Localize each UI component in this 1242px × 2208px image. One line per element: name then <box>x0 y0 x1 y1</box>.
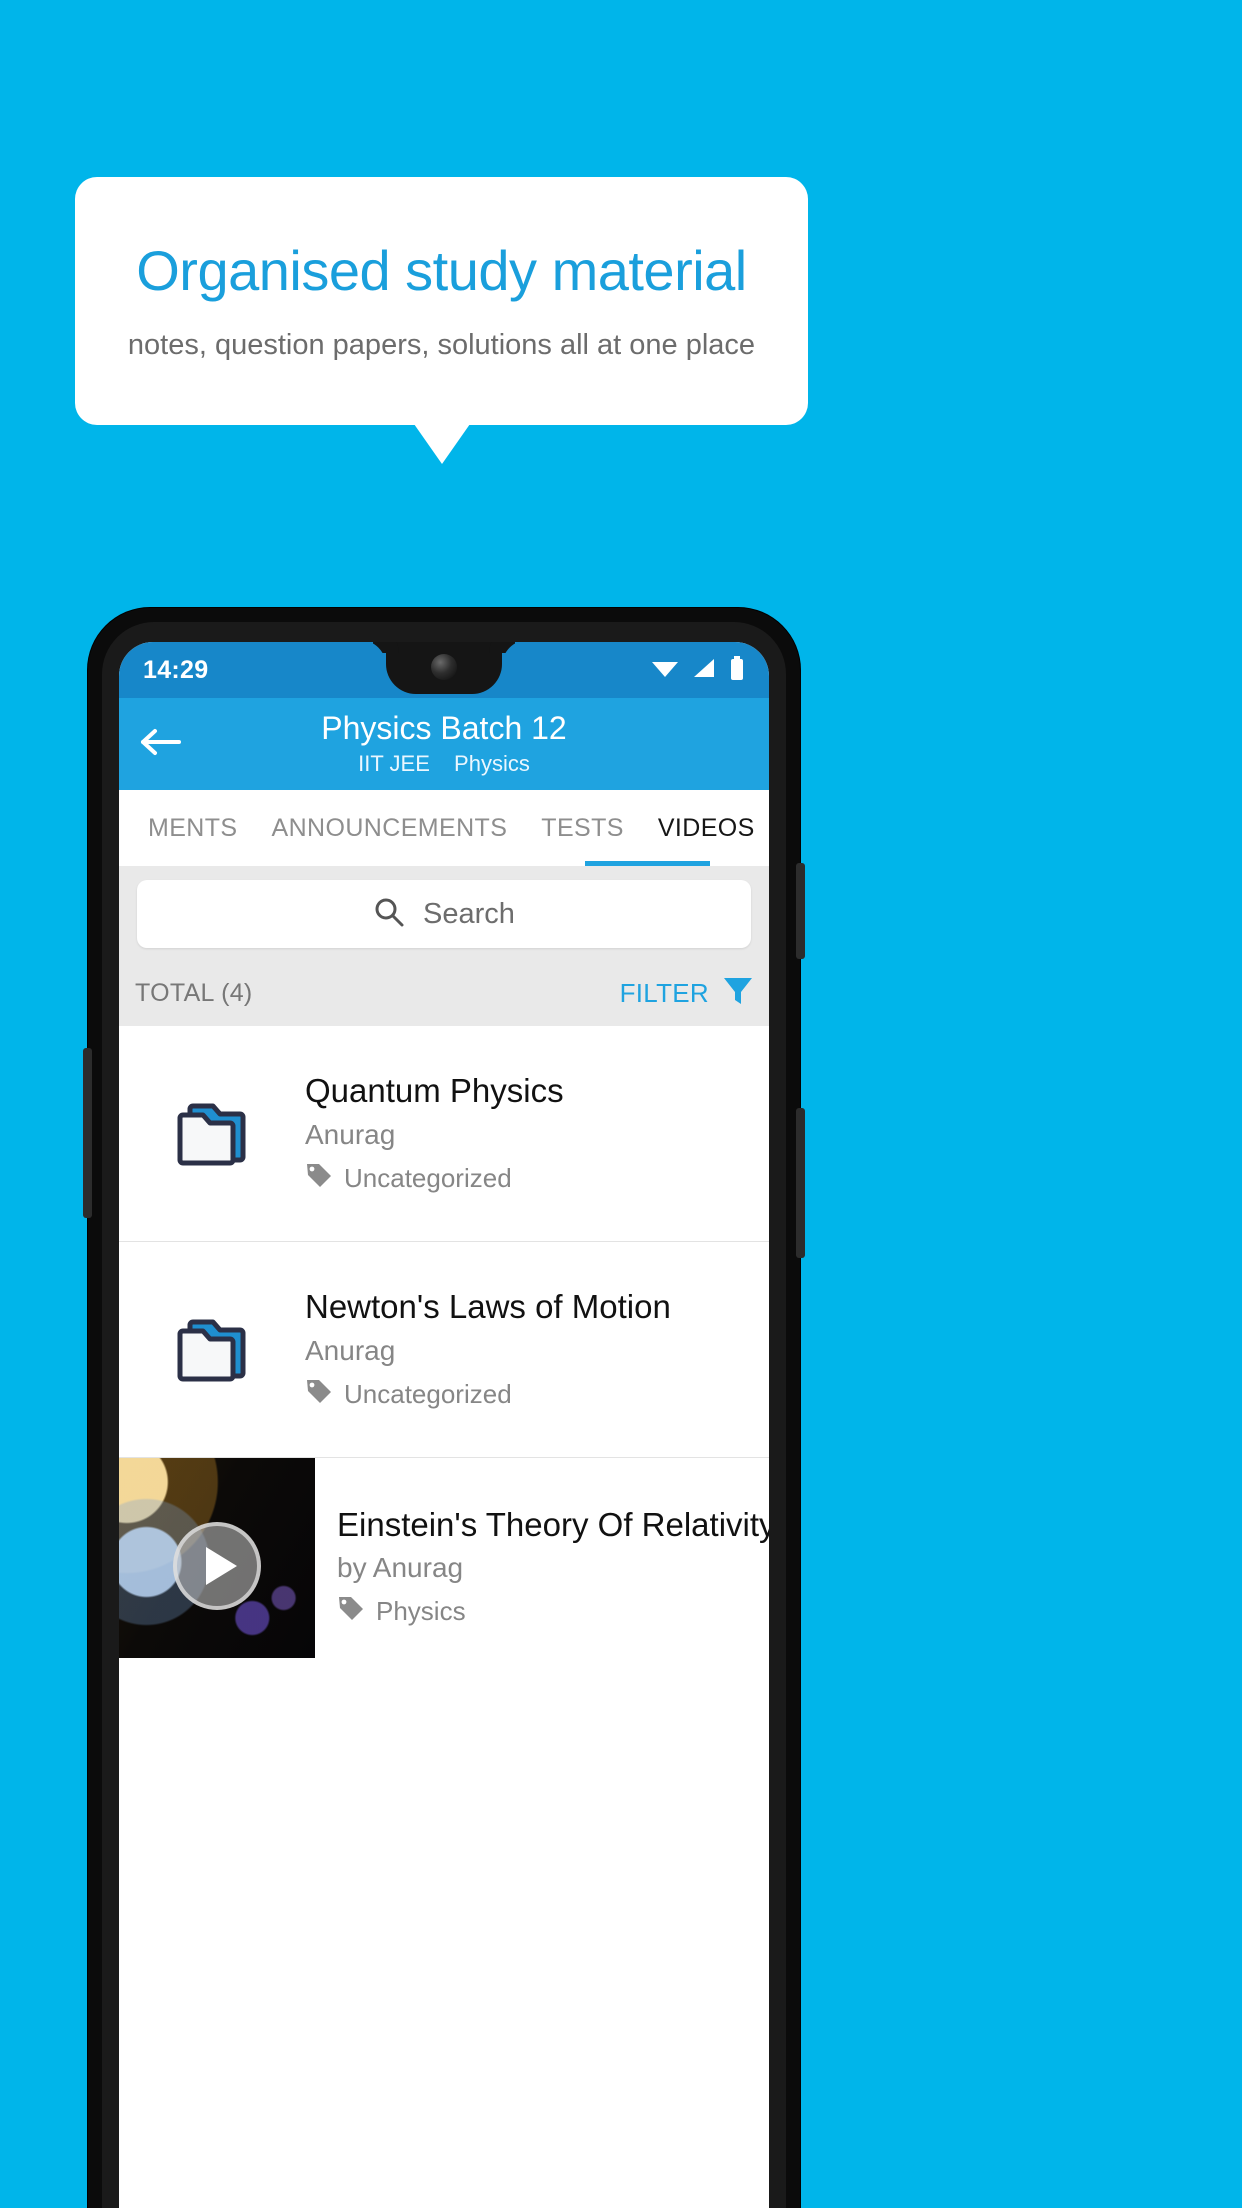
search-placeholder: Search <box>423 897 515 930</box>
list-item-tag: Uncategorized <box>305 1377 671 1412</box>
list-item[interactable]: Einstein's Theory Of Relativity by Anura… <box>119 1458 769 1658</box>
volume-button[interactable] <box>796 1108 805 1258</box>
list-item[interactable]: Newton's Laws of Motion Anurag Uncategor… <box>119 1242 769 1458</box>
list-item-author: Anurag <box>305 1119 396 1151</box>
status-time: 14:29 <box>143 655 209 684</box>
list-meta-row: TOTAL (4) FILTER <box>119 960 769 1026</box>
search-input[interactable]: Search <box>137 880 751 948</box>
list-item-tag: Physics <box>337 1594 769 1629</box>
tag-icon <box>305 1377 333 1412</box>
back-button[interactable] <box>133 716 189 772</box>
play-triangle <box>206 1547 237 1585</box>
list-item-body: Newton's Laws of Motion Anurag Uncategor… <box>305 1287 685 1412</box>
folder-icon <box>119 1314 305 1386</box>
total-count-label: TOTAL (4) <box>135 978 253 1007</box>
play-icon[interactable] <box>173 1522 261 1610</box>
breadcrumb: IIT JEE Physics <box>119 751 769 777</box>
status-bar: 14:29 <box>119 642 769 698</box>
breadcrumb-exam: IIT JEE <box>358 750 430 776</box>
funnel-icon <box>721 974 755 1013</box>
list-item[interactable]: Quantum Physics Anurag Uncategorized <box>119 1026 769 1242</box>
page-title: Physics Batch 12 <box>321 710 567 746</box>
signal-icon <box>692 657 716 684</box>
app-bar-texts: Physics Batch 12 IIT JEE Physics <box>119 708 769 777</box>
content-list: Quantum Physics Anurag Uncategorized New… <box>119 1026 769 1658</box>
folder-icon <box>119 1098 305 1170</box>
status-icons <box>651 655 745 685</box>
list-item-title: Newton's Laws of Motion <box>305 1287 671 1325</box>
search-icon <box>373 896 405 933</box>
breadcrumb-subject: Physics <box>454 750 530 776</box>
app-bar: Physics Batch 12 IIT JEE Physics <box>119 698 769 790</box>
phone-screen: 14:29 Physics Batch 12 IIT JEE Physics M… <box>119 642 769 2208</box>
list-item-tag-label: Uncategorized <box>344 1163 512 1194</box>
left-side-button[interactable] <box>83 1048 92 1218</box>
promo-title: Organised study material <box>136 238 747 302</box>
tab-videos[interactable]: VIDEOS <box>641 790 769 866</box>
tag-icon <box>337 1594 365 1629</box>
promo-subtitle: notes, question papers, solutions all at… <box>127 329 756 362</box>
power-button[interactable] <box>796 863 805 959</box>
search-zone: Search <box>119 866 769 960</box>
list-item-title: Einstein's Theory Of Relativity <box>337 1506 769 1543</box>
tab-assignments[interactable]: MENTS <box>131 790 255 866</box>
list-item-body: Quantum Physics Anurag Uncategorized <box>305 1071 578 1196</box>
camera-notch <box>386 642 502 694</box>
filter-button[interactable]: FILTER <box>620 974 755 1013</box>
list-item-tag: Uncategorized <box>305 1161 564 1196</box>
wifi-icon <box>651 657 679 684</box>
promo-card-tail <box>414 424 470 464</box>
battery-icon <box>729 655 745 685</box>
filter-label: FILTER <box>619 977 709 1008</box>
back-arrow-icon <box>139 725 183 764</box>
list-item-author: Anurag <box>305 1335 396 1367</box>
front-camera <box>431 654 457 680</box>
list-item-tag-label: Physics <box>376 1596 466 1626</box>
tab-announcements[interactable]: ANNOUNCEMENTS <box>255 790 525 866</box>
tag-icon <box>305 1161 333 1196</box>
list-item-title: Quantum Physics <box>305 1071 564 1109</box>
list-item-tag-label: Uncategorized <box>344 1379 512 1410</box>
phone-mockup: 14:29 Physics Batch 12 IIT JEE Physics M… <box>83 608 805 2208</box>
tab-active-indicator <box>585 861 710 866</box>
list-item-body: Einstein's Theory Of Relativity by Anura… <box>315 1458 769 1658</box>
list-item-author: by Anurag <box>337 1552 464 1583</box>
video-thumbnail[interactable] <box>119 1458 315 1658</box>
promo-card: Organised study material notes, question… <box>75 177 808 425</box>
tab-bar: MENTS ANNOUNCEMENTS TESTS VIDEOS <box>119 790 769 866</box>
tab-tests[interactable]: TESTS <box>524 790 641 866</box>
